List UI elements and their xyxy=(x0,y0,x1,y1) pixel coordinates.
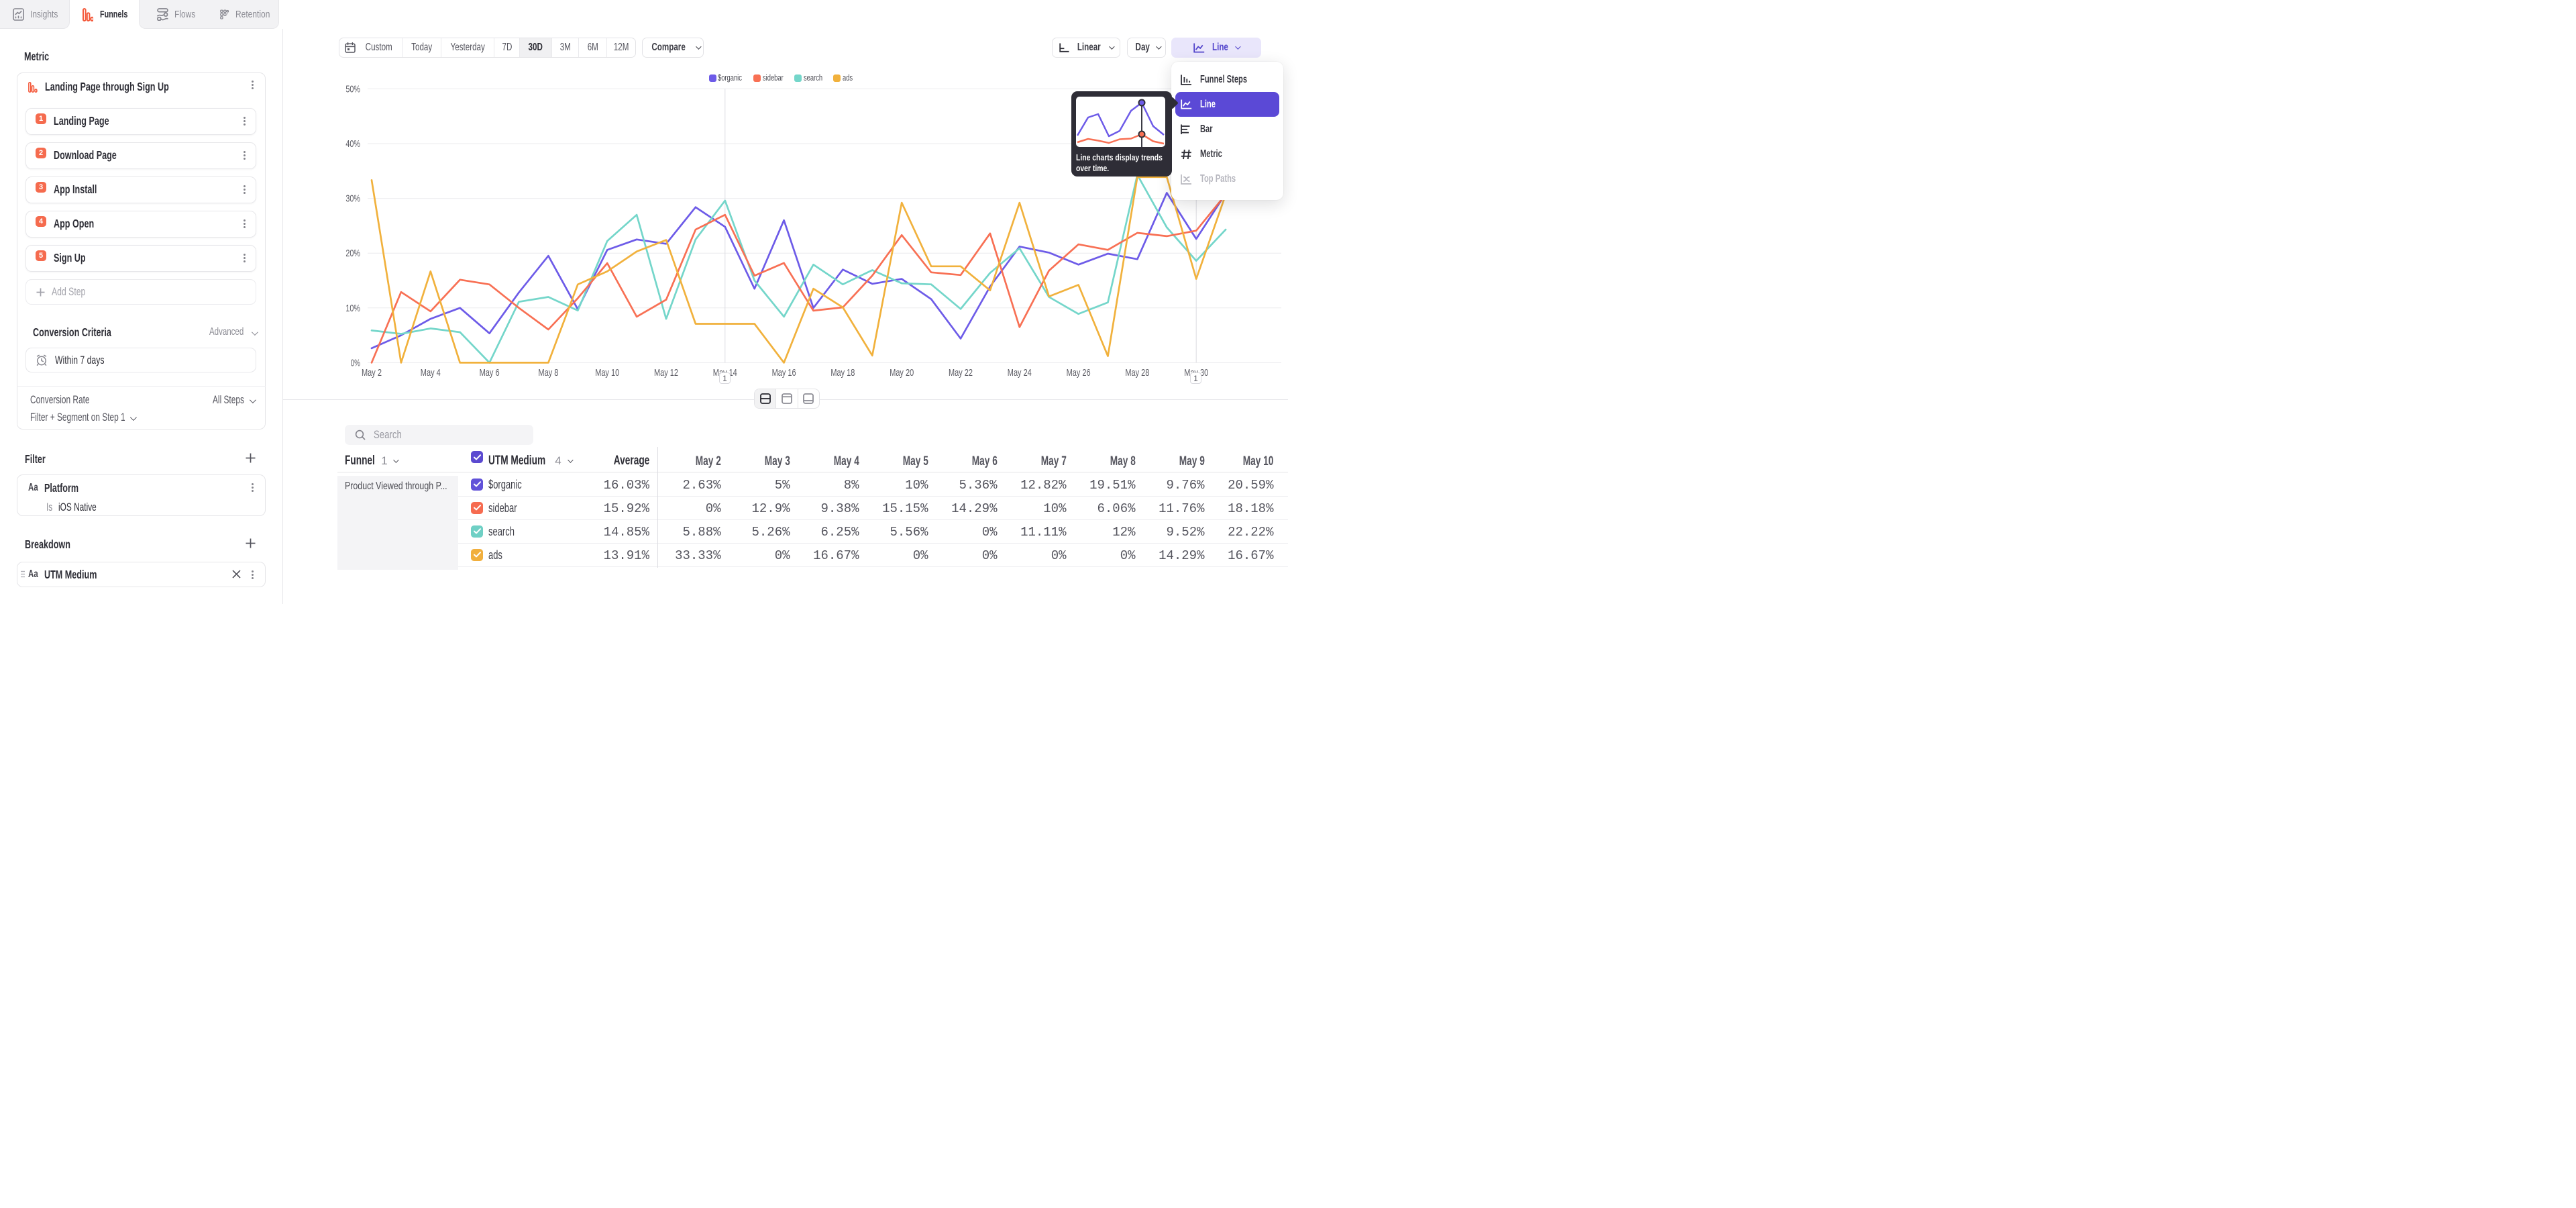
svg-text:May 20: May 20 xyxy=(890,367,914,379)
svg-text:May 6: May 6 xyxy=(480,367,500,379)
svg-text:50%: 50% xyxy=(345,83,360,95)
svg-text:May 28: May 28 xyxy=(1125,367,1149,379)
svg-text:May 26: May 26 xyxy=(1067,367,1091,379)
svg-text:40%: 40% xyxy=(345,138,360,150)
svg-text:10%: 10% xyxy=(345,303,360,314)
svg-text:May 10: May 10 xyxy=(595,367,619,379)
svg-text:May 16: May 16 xyxy=(772,367,796,379)
svg-text:May 4: May 4 xyxy=(421,367,441,379)
svg-text:20%: 20% xyxy=(345,248,360,259)
svg-text:May 12: May 12 xyxy=(654,367,678,379)
svg-text:May 18: May 18 xyxy=(830,367,855,379)
svg-text:30%: 30% xyxy=(345,193,360,205)
svg-text:May 22: May 22 xyxy=(949,367,973,379)
svg-text:May 24: May 24 xyxy=(1008,367,1032,379)
svg-text:0%: 0% xyxy=(351,357,360,368)
svg-text:May 8: May 8 xyxy=(538,367,558,379)
svg-text:May 2: May 2 xyxy=(362,367,382,379)
